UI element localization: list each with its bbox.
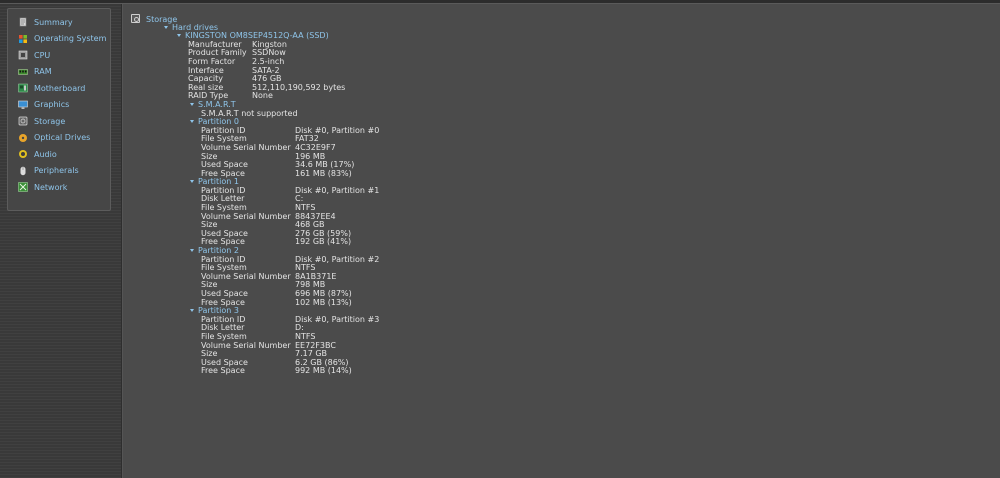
optical-disc-icon — [18, 133, 28, 143]
property-key: Free Space — [201, 366, 245, 376]
property-value: Disk #0, Partition #3 — [295, 314, 380, 324]
expand-arrow-icon[interactable] — [177, 34, 181, 38]
expand-arrow-icon[interactable] — [190, 102, 194, 106]
drive-node[interactable]: KINGSTON OM8SEP4512Q-AA (SSD) — [185, 31, 329, 40]
property-row: Interface SATA-2 — [131, 66, 329, 76]
sidebar-item-storage[interactable]: Storage — [8, 113, 110, 130]
property-value: 192 GB (41%) — [295, 237, 352, 247]
mouse-icon — [18, 166, 28, 176]
cpu-icon — [18, 50, 28, 60]
sidebar-item-label: RAM — [34, 67, 52, 77]
expand-arrow-icon[interactable] — [164, 25, 168, 29]
sidebar-item-summary[interactable]: Summary — [8, 14, 110, 31]
property-row: Form Factor 2.5-inch — [131, 57, 329, 67]
storage-title-row: Storage — [131, 14, 329, 24]
sidebar-item-optical-drives[interactable]: Optical Drives — [8, 130, 110, 147]
sidebar-item-label: Peripherals — [34, 166, 79, 176]
monitor-icon — [18, 100, 28, 110]
expand-arrow-icon[interactable] — [190, 120, 194, 124]
property-value: 102 MB (13%) — [295, 297, 352, 307]
sidebar-item-graphics[interactable]: Graphics — [8, 97, 110, 114]
property-value: Disk #0, Partition #1 — [295, 185, 380, 195]
sidebar-item-motherboard[interactable]: Motherboard — [8, 80, 110, 97]
speaker-icon — [18, 149, 28, 159]
windows-logo-icon — [18, 34, 28, 44]
property-row: Real size 512,110,190,592 bytes — [131, 83, 345, 93]
hard-drive-icon — [131, 14, 140, 23]
expand-arrow-icon[interactable] — [190, 249, 194, 253]
sidebar-item-label: Graphics — [34, 100, 70, 110]
motherboard-icon — [18, 83, 28, 93]
partition-node[interactable]: Partition 3 — [198, 306, 239, 315]
network-icon — [18, 182, 28, 192]
summary-icon — [18, 17, 28, 27]
sidebar-item-ram[interactable]: RAM — [8, 64, 110, 81]
sidebar-item-label: Audio — [34, 149, 57, 159]
expand-arrow-icon[interactable] — [190, 180, 194, 184]
property-value: 161 MB (83%) — [295, 168, 352, 178]
sidebar-item-label: CPU — [34, 50, 51, 60]
sidebar-item-network[interactable]: Network — [8, 179, 110, 196]
property-row: Free Space 992 MB (14%) — [131, 366, 352, 376]
partition-node[interactable]: Partition 1 — [198, 177, 239, 186]
sidebar-item-label: Motherboard — [34, 83, 86, 93]
main-panel: Storage Hard drives KINGSTON OM8SEP4512Q-A… — [123, 4, 1000, 478]
sidebar-nav: Summary Operating System CPU RAM Motherboard… — [7, 8, 111, 211]
sidebar-item-peripherals[interactable]: Peripherals — [8, 163, 110, 180]
partition-node[interactable]: Partition 0 — [198, 117, 239, 126]
storage-tree: Storage Hard drives KINGSTON OM8SEP4512Q-A… — [131, 14, 379, 376]
sidebar-item-label: Optical Drives — [34, 133, 91, 143]
property-value: None — [252, 91, 273, 101]
expand-arrow-icon[interactable] — [190, 309, 194, 313]
sidebar-item-label: Network — [34, 182, 68, 192]
property-value: 992 MB (14%) — [295, 366, 352, 376]
sidebar-item-audio[interactable]: Audio — [8, 146, 110, 163]
sidebar-item-operating-system[interactable]: Operating System — [8, 31, 110, 48]
sidebar-item-cpu[interactable]: CPU — [8, 47, 110, 64]
partition-node[interactable]: Partition 2 — [198, 246, 239, 255]
sidebar-item-label: Operating System — [34, 34, 107, 44]
ram-icon — [18, 67, 28, 77]
sidebar-item-label: Storage — [34, 116, 66, 126]
sidebar-item-label: Summary — [34, 17, 73, 27]
hard-drive-icon — [18, 116, 28, 126]
smart-node[interactable]: S.M.A.R.T — [198, 100, 236, 109]
sidebar: Summary Operating System CPU RAM Motherboard… — [0, 4, 121, 478]
